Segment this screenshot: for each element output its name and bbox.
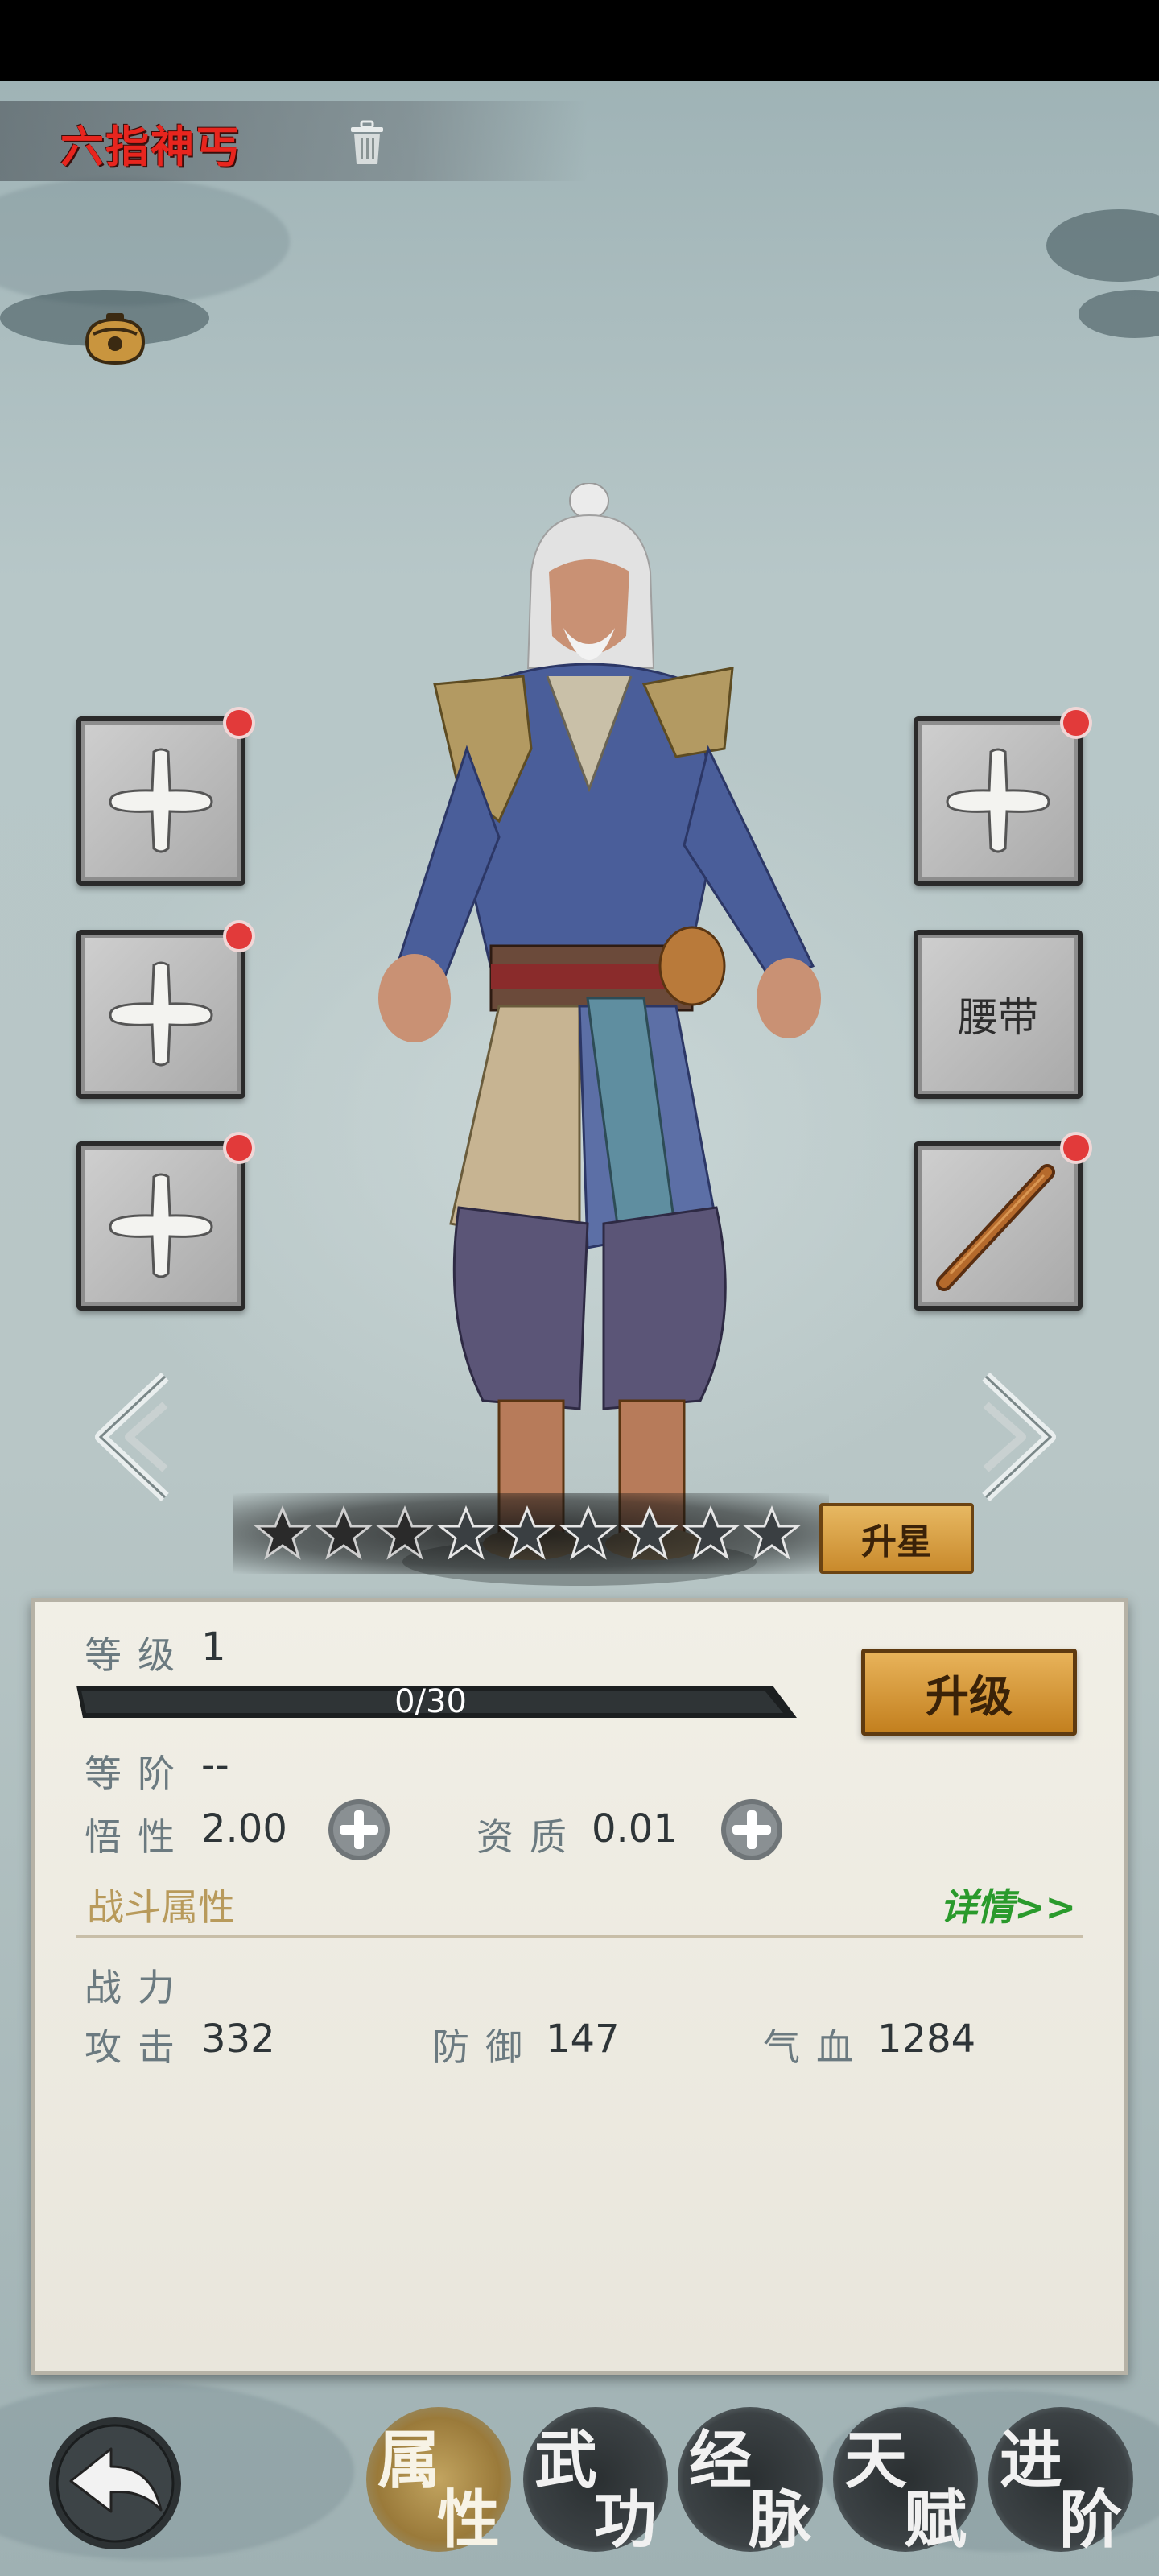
tab-char-2: 脉 (749, 2483, 812, 2557)
equip-slot-left-3[interactable] (76, 1132, 255, 1311)
tab-meridians[interactable]: 经 脉 (678, 2407, 823, 2557)
star-empty-icon (498, 1505, 556, 1560)
defense-label: 防御 (432, 2025, 538, 2069)
add-aptitude-icon[interactable] (719, 1797, 785, 1863)
add-icon (109, 961, 213, 1067)
notification-dot (223, 1132, 255, 1164)
rank-label: 等阶 (85, 1752, 191, 1795)
star-empty-icon (621, 1505, 678, 1560)
star-empty-icon (559, 1505, 617, 1560)
hp-value: 1284 (877, 2017, 976, 2062)
tab-char-2: 功 (594, 2483, 658, 2557)
tab-char-1: 武 (534, 2424, 598, 2497)
divider (76, 1935, 1083, 1938)
attack-value: 332 (201, 2017, 275, 2062)
tab-char-1: 经 (689, 2424, 753, 2497)
tab-martial-arts[interactable]: 武 功 (523, 2407, 668, 2557)
attack-label: 攻击 (85, 2025, 191, 2069)
aptitude-label: 资质 (476, 1815, 583, 1859)
comprehension-value: 2.00 (201, 1806, 287, 1852)
beggar-sect-icon (85, 313, 146, 365)
hp-label: 气血 (763, 2025, 869, 2069)
trash-icon[interactable] (346, 119, 388, 167)
star-empty-icon (437, 1505, 495, 1560)
ink-cloud-decoration (1046, 209, 1159, 282)
defense-value: 147 (546, 2017, 620, 2062)
add-comprehension-icon[interactable] (326, 1797, 392, 1863)
star-rating (254, 1505, 801, 1562)
details-link[interactable]: 详情>> (940, 1878, 1076, 1931)
hero-character-model (378, 483, 821, 1586)
prev-hero-arrow-icon[interactable] (76, 1368, 181, 1505)
add-icon (946, 748, 1050, 853)
equip-slot-left-2[interactable] (76, 920, 255, 1099)
tab-char-2: 性 (437, 2483, 501, 2557)
equip-slot-left-1[interactable] (76, 707, 255, 886)
mist-decoration (0, 177, 290, 306)
level-value: 1 (201, 1624, 226, 1670)
rank-value: -- (201, 1743, 229, 1788)
tab-char-1: 进 (1000, 2424, 1063, 2497)
staff-icon (936, 1164, 1055, 1291)
star-empty-icon (743, 1505, 801, 1560)
comprehension-label: 悟性 (85, 1815, 191, 1859)
tab-advance[interactable]: 进 阶 (988, 2407, 1133, 2557)
star-filled-icon (376, 1505, 434, 1560)
hero-name: 六指神丐 (60, 122, 241, 172)
notification-dot (223, 920, 255, 952)
notification-dot (223, 707, 255, 739)
tab-attributes[interactable]: 属 性 (366, 2407, 511, 2557)
notification-dot (1060, 707, 1092, 739)
exp-text: 0/30 (394, 1683, 467, 1720)
upgrade-button[interactable]: 升级 (861, 1649, 1077, 1736)
belt-slot-label: 腰带 (958, 994, 1038, 1041)
level-label: 等级 (85, 1633, 191, 1677)
add-icon (109, 1173, 213, 1278)
aptitude-value: 0.01 (592, 1806, 678, 1852)
tab-char-2: 赋 (904, 2483, 967, 2557)
star-filled-icon (315, 1505, 373, 1560)
tab-char-1: 属 (377, 2424, 441, 2497)
equip-slot-right-1[interactable] (914, 707, 1092, 886)
back-arrow-icon[interactable] (47, 2415, 184, 2552)
equip-slot-weapon[interactable] (914, 1132, 1092, 1311)
next-hero-arrow-icon[interactable] (970, 1368, 1074, 1505)
battle-attributes-title: 战斗属性 (87, 1885, 235, 1929)
equip-slot-belt[interactable]: 腰带 (914, 930, 1083, 1099)
tab-char-2: 阶 (1059, 2483, 1123, 2557)
tab-char-1: 天 (844, 2424, 908, 2497)
notification-dot (1060, 1132, 1092, 1164)
star-up-button[interactable]: 升星 (819, 1503, 974, 1574)
add-icon (109, 748, 213, 853)
tab-talents[interactable]: 天 赋 (833, 2407, 978, 2557)
power-label: 战力 (85, 1966, 191, 2009)
ink-cloud-decoration (1079, 290, 1159, 338)
star-filled-icon (254, 1505, 311, 1560)
star-empty-icon (682, 1505, 740, 1560)
